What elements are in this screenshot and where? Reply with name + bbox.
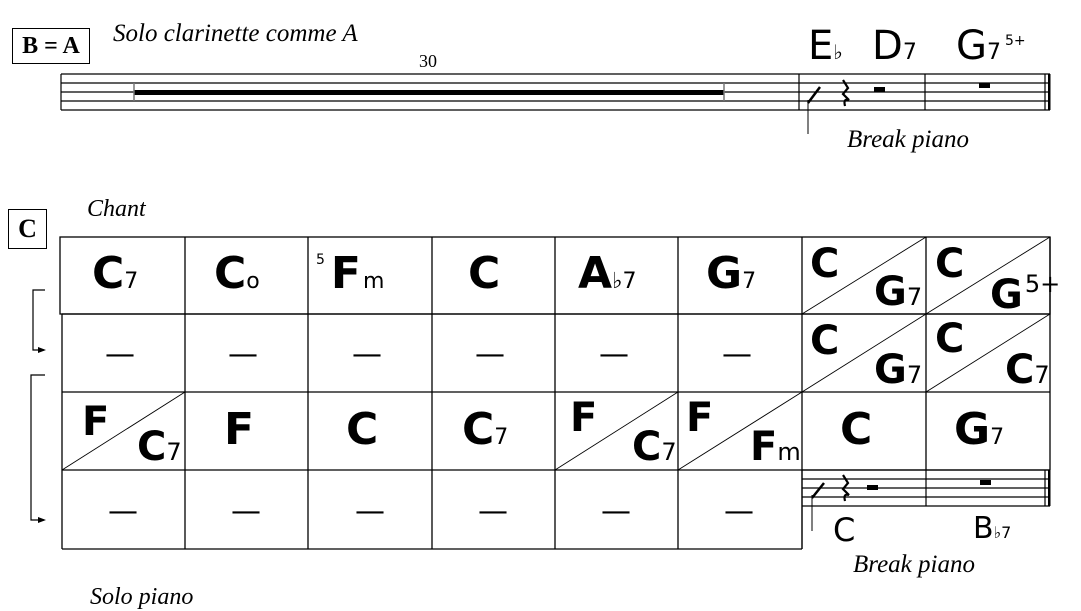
repeat-symbol: —	[478, 494, 508, 529]
repeat-symbol: —	[724, 494, 754, 529]
half-rest-bottom	[867, 485, 878, 490]
grid-cell-chord: G7	[954, 404, 1005, 455]
repeat-symbol: —	[475, 337, 505, 372]
slash-note-bottom	[811, 482, 825, 531]
grid-cell-chord: G7	[706, 248, 757, 299]
split-chord-top: F	[570, 395, 598, 441]
whole-rest-bottom	[980, 480, 991, 485]
grid-cell-chord: F	[224, 404, 255, 455]
split-chord-bottom: C7	[632, 424, 677, 470]
split-chord-top: C	[810, 241, 840, 287]
split-chord-bottom: C7	[1005, 347, 1050, 393]
repeat-bracket-2	[30, 374, 45, 521]
grid-cell-chord: C7	[462, 404, 509, 455]
split-chord-top: C	[935, 241, 965, 287]
split-chord-bottom: C7	[137, 424, 182, 470]
split-chord-bottom: Fm	[750, 424, 801, 470]
repeat-symbol: —	[105, 337, 135, 372]
repeat-symbol: —	[355, 494, 385, 529]
break-chord: B♭7	[973, 511, 1012, 546]
bracket-arrow-1	[38, 347, 46, 353]
split-chord-top: F	[686, 395, 714, 441]
repeat-symbol: —	[601, 494, 631, 529]
grid-cell-chord: 5 Fm	[316, 248, 385, 299]
split-chord-top: C	[810, 318, 840, 364]
repeat-bracket-1	[32, 289, 45, 351]
grid-cell-chord: C	[468, 248, 501, 299]
split-chord-bottom: G5+	[990, 270, 1061, 318]
repeat-symbol: —	[722, 337, 752, 372]
grid-cell-chord: C	[840, 404, 873, 455]
direction-solo-piano: Solo piano	[90, 584, 194, 610]
break-piano-label-top: Break piano	[847, 126, 969, 153]
grid-cell-chord: C	[346, 404, 379, 455]
repeat-symbol: —	[599, 337, 629, 372]
break-chord: C	[833, 511, 856, 549]
final-barline-top	[1048, 74, 1051, 110]
repeat-symbol: —	[108, 494, 138, 529]
split-chord-bottom: G7	[874, 269, 923, 315]
half-rest-top	[874, 87, 885, 92]
direction-chant: Chant	[87, 196, 146, 222]
grid-cell-chord: A♭7	[578, 248, 637, 299]
rehearsal-mark-c: C	[8, 209, 47, 249]
grid-cell-chord: C7	[92, 248, 139, 299]
whole-rest-top	[979, 83, 990, 88]
quarter-rest-top	[841, 79, 850, 107]
break-piano-label-bottom: Break piano	[853, 551, 975, 578]
split-chord-top: C	[935, 316, 965, 362]
repeat-symbol: —	[228, 337, 258, 372]
final-barline-bottom	[1048, 470, 1051, 506]
bracket-arrow-2	[38, 517, 46, 523]
multirest-bar	[133, 83, 725, 101]
split-chord-bottom: G7	[874, 347, 923, 393]
split-chord-top: F	[82, 399, 110, 445]
repeat-symbol: —	[231, 494, 261, 529]
repeat-symbol: —	[352, 337, 382, 372]
grid-cell-chord: Co	[214, 248, 260, 299]
